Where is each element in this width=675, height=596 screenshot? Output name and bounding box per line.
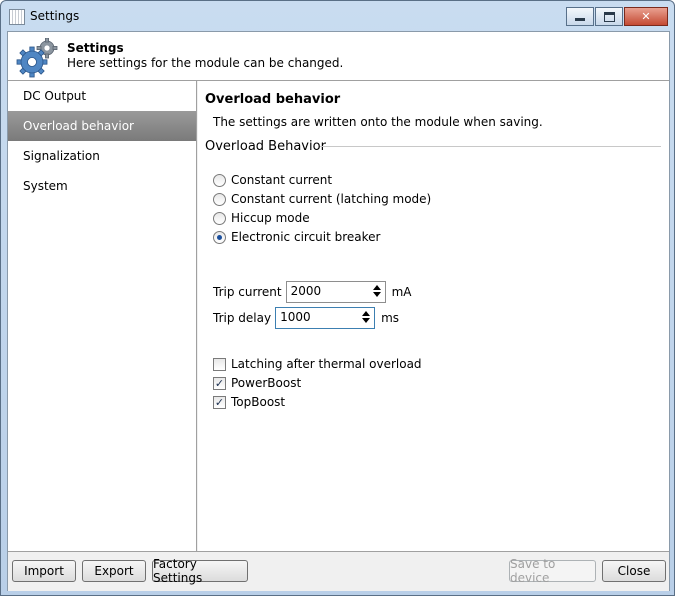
settings-window: Settings ✕ Settings Here settings for th… <box>0 0 675 596</box>
nav-item-signalization[interactable]: Signalization <box>8 141 196 171</box>
trip-delay-row: Trip delay ms <box>213 307 399 329</box>
window-title: Settings <box>30 9 80 23</box>
radio-label: Constant current <box>231 173 333 187</box>
dialog-footer: Import Export Factory Settings Save to d… <box>8 551 669 591</box>
radio-button[interactable] <box>213 230 226 244</box>
trip-delay-spin-arrows[interactable] <box>360 310 372 326</box>
close-window-button[interactable]: ✕ <box>624 7 668 26</box>
radio-button[interactable] <box>213 211 226 225</box>
nav-item-dc-output[interactable]: DC Output <box>8 81 196 111</box>
nav-item-overload-behavior[interactable]: Overload behavior <box>8 111 196 141</box>
trip-delay-stepper[interactable] <box>275 307 376 329</box>
radio-label: Electronic circuit breaker <box>231 230 381 244</box>
check-topboost[interactable]: ✓ TopBoost <box>213 394 285 410</box>
spin-up-icon[interactable] <box>362 311 371 316</box>
radio-button[interactable] <box>213 173 226 187</box>
spin-down-icon[interactable] <box>362 318 371 323</box>
radio-constant-current-latching[interactable]: Constant current (latching mode) <box>213 191 431 207</box>
trip-current-unit: mA <box>391 285 412 299</box>
radio-hiccup-mode[interactable]: Hiccup mode <box>213 210 310 226</box>
window-controls: ✕ <box>566 7 668 26</box>
trip-delay-unit: ms <box>381 311 400 325</box>
title-bar[interactable]: Settings ✕ <box>1 1 674 31</box>
dialog-header: Settings Here settings for the module ca… <box>8 32 669 81</box>
import-button[interactable]: Import <box>12 560 76 582</box>
nav-item-system[interactable]: System <box>8 171 196 201</box>
trip-current-row: Trip current mA <box>213 281 411 303</box>
checkbox[interactable]: ✓ <box>213 395 226 409</box>
checkbox[interactable]: ✓ <box>213 376 226 390</box>
radio-constant-current[interactable]: Constant current <box>213 172 332 188</box>
close-icon: ✕ <box>641 10 651 23</box>
header-subtitle: Here settings for the module can be chan… <box>67 56 344 70</box>
checkbox-label: PowerBoost <box>231 376 302 390</box>
radio-electronic-circuit-breaker[interactable]: Electronic circuit breaker <box>213 229 380 245</box>
group-divider <box>320 146 661 147</box>
spin-up-icon[interactable] <box>372 285 381 290</box>
maximize-button[interactable] <box>595 7 623 26</box>
settings-panel: Overload behavior The settings are writt… <box>198 81 669 551</box>
trip-delay-label: Trip delay <box>213 311 272 325</box>
section-note: The settings are written onto the module… <box>213 115 543 129</box>
section-title: Overload behavior <box>205 92 341 107</box>
trip-delay-input[interactable] <box>276 308 359 326</box>
app-icon <box>9 9 25 25</box>
trip-current-spin-arrows[interactable] <box>371 284 383 300</box>
header-title: Settings <box>67 41 124 55</box>
radio-label: Constant current (latching mode) <box>231 192 432 206</box>
minimize-button[interactable] <box>566 7 594 26</box>
close-button[interactable]: Close <box>602 560 666 582</box>
spin-down-icon[interactable] <box>372 292 381 297</box>
checkbox-label: Latching after thermal overload <box>231 357 422 371</box>
checkmark-icon: ✓ <box>214 376 225 390</box>
check-latching-thermal[interactable]: Latching after thermal overload <box>213 356 422 372</box>
checkmark-icon: ✓ <box>214 395 225 409</box>
check-powerboost[interactable]: ✓ PowerBoost <box>213 375 301 391</box>
checkbox-label: TopBoost <box>231 395 286 409</box>
trip-current-stepper[interactable] <box>285 281 386 303</box>
checkbox[interactable] <box>213 357 226 371</box>
trip-current-label: Trip current <box>213 285 282 299</box>
factory-settings-button[interactable]: Factory Settings <box>152 557 248 585</box>
settings-nav: DC Output Overload behavior Signalizatio… <box>8 81 197 551</box>
export-button[interactable]: Export <box>82 560 146 582</box>
radio-label: Hiccup mode <box>231 211 310 225</box>
dialog-client-area: Settings Here settings for the module ca… <box>7 31 670 591</box>
trip-current-input[interactable] <box>286 282 369 300</box>
gears-icon <box>16 38 58 78</box>
radio-button[interactable] <box>213 192 226 206</box>
save-to-device-button[interactable]: Save to device <box>509 557 596 585</box>
group-legend: Overload Behavior <box>205 139 326 154</box>
